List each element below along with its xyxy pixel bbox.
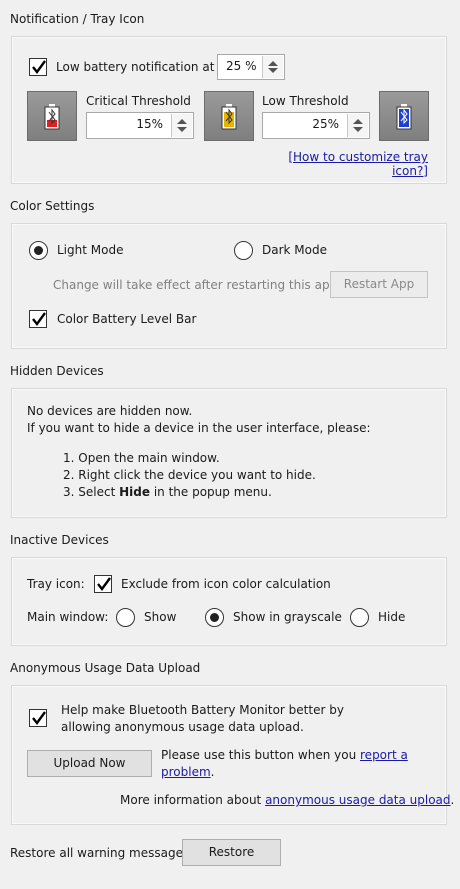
customize-tray-icon-link[interactable]: [How to customize tray icon?] (262, 150, 428, 178)
check-icon (97, 577, 111, 591)
normal-icon-button[interactable] (379, 91, 429, 141)
hidden-line1: No devices are hidden now. (27, 404, 193, 418)
critical-threshold-label: Critical Threshold (86, 94, 191, 108)
check-icon (32, 312, 46, 326)
upload-note-suffix: . (210, 765, 215, 779)
hide-radio[interactable] (350, 608, 369, 627)
low-battery-value: 25 % (226, 59, 257, 73)
hidden-line2: If you want to hide a device in the user… (27, 421, 371, 435)
low-threshold-label: Low Threshold (262, 94, 349, 108)
hidden-step2: 2. Right click the device you want to hi… (63, 468, 316, 482)
usage-section-title: Anonymous Usage Data Upload (10, 661, 201, 675)
hidden-step3-prefix: 3. Select (63, 485, 120, 499)
low-battery-checkbox[interactable] (29, 58, 47, 76)
battery-critical-icon (44, 104, 60, 130)
restore-label: Restore all warning messages (10, 846, 190, 860)
report-problem-link[interactable]: report a (360, 748, 408, 762)
more-info-suffix: . (450, 793, 455, 807)
spin-down-icon[interactable] (268, 68, 278, 73)
critical-threshold-value: 15% (136, 117, 163, 131)
low-threshold-value: 25% (312, 117, 339, 131)
show-radio[interactable] (116, 608, 135, 627)
hidden-devices-section-title: Hidden Devices (10, 364, 104, 378)
low-battery-spinner[interactable]: 25 % (217, 54, 285, 80)
check-icon (32, 60, 46, 74)
exclude-label: Exclude from icon color calculation (121, 577, 331, 591)
spinner-arrows[interactable] (171, 114, 192, 137)
light-mode-label: Light Mode (57, 243, 124, 257)
hidden-step1: 1. Open the main window. (63, 451, 220, 465)
usage-help-line2: allowing anonymous usage data upload. (61, 720, 304, 734)
hidden-step3-bold: Hide (119, 485, 150, 499)
exclude-checkbox[interactable] (94, 575, 112, 593)
restart-note: Change will take effect after restarting… (53, 278, 342, 292)
low-icon-button[interactable] (204, 91, 254, 141)
low-threshold-spinner[interactable]: 25% (262, 112, 370, 139)
spin-down-icon[interactable] (177, 127, 187, 132)
spin-up-icon[interactable] (353, 119, 363, 124)
grayscale-label: Show in grayscale (233, 610, 342, 624)
spin-down-icon[interactable] (353, 127, 363, 132)
spin-up-icon[interactable] (177, 119, 187, 124)
restart-app-button[interactable]: Restart App (330, 271, 428, 298)
show-label: Show (144, 610, 177, 624)
usage-upload-checkbox[interactable] (29, 709, 47, 727)
spinner-arrows[interactable] (262, 56, 283, 78)
more-info: More information about anonymous usage d… (120, 793, 454, 807)
color-bar-checkbox[interactable] (29, 310, 47, 328)
critical-threshold-spinner[interactable]: 15% (86, 112, 194, 139)
upload-now-button[interactable]: Upload Now (27, 750, 152, 777)
inactive-devices-section-title: Inactive Devices (10, 533, 109, 547)
hidden-step3-suffix: in the popup menu. (150, 485, 272, 499)
hide-label: Hide (378, 610, 406, 624)
dark-mode-label: Dark Mode (262, 243, 327, 257)
report-problem-link-cont[interactable]: problem (161, 765, 211, 779)
grayscale-radio[interactable] (205, 608, 224, 627)
upload-note: Please use this button when you report a (161, 748, 431, 762)
inactive-devices-group (11, 557, 447, 646)
usage-help-line1: Help make Bluetooth Battery Monitor bett… (61, 703, 344, 717)
spinner-arrows[interactable] (347, 114, 368, 137)
upload-note-line2: problem. (161, 765, 214, 779)
spin-up-icon[interactable] (268, 61, 278, 66)
critical-icon-button[interactable] (27, 91, 77, 141)
color-bar-label: Color Battery Level Bar (57, 312, 197, 326)
upload-note-prefix: Please use this button when you (161, 748, 361, 762)
hidden-step3: 3. Select Hide in the popup menu. (63, 485, 272, 499)
dark-mode-radio[interactable] (234, 241, 253, 260)
more-info-prefix: More information about (120, 793, 266, 807)
battery-normal-icon (396, 104, 412, 130)
battery-low-icon (221, 104, 237, 130)
notification-section-title: Notification / Tray Icon (10, 12, 145, 26)
main-window-label: Main window: (27, 610, 109, 624)
restore-button[interactable]: Restore (182, 839, 281, 866)
color-settings-section-title: Color Settings (10, 199, 95, 213)
low-battery-label: Low battery notification at (56, 60, 215, 74)
usage-data-link[interactable]: anonymous usage data upload (265, 793, 450, 807)
light-mode-radio[interactable] (29, 241, 48, 260)
tray-icon-label: Tray icon: (27, 577, 85, 591)
check-icon (32, 711, 46, 725)
